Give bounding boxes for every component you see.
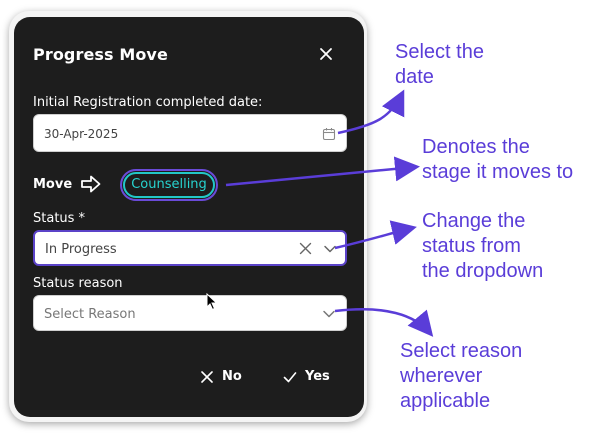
no-button[interactable]: No xyxy=(200,369,242,384)
annotation-stage: Denotes the stage it moves to xyxy=(422,136,574,183)
annotation-status: Change the status from the dropdown xyxy=(422,210,544,282)
status-value: In Progress xyxy=(45,242,117,257)
date-value: 30-Apr-2025 xyxy=(44,127,119,141)
stage-badge: Counselling xyxy=(120,169,218,201)
check-icon xyxy=(283,371,297,382)
no-label: No xyxy=(222,369,242,384)
x-icon xyxy=(201,370,213,383)
yes-button[interactable]: Yes xyxy=(283,369,330,384)
progress-move-dialog: Progress Move Initial Registration compl… xyxy=(14,17,364,417)
close-icon[interactable] xyxy=(318,46,334,62)
clear-icon[interactable] xyxy=(299,242,312,255)
status-label: Status * xyxy=(33,211,86,226)
dialog-title: Progress Move xyxy=(33,45,168,64)
move-label: Move xyxy=(33,177,73,192)
chevron-down-icon[interactable] xyxy=(323,244,337,254)
reason-placeholder: Select Reason xyxy=(44,307,136,322)
annotation-select-date: Select the date xyxy=(395,41,484,88)
annotation-reason: Select reason wherever applicable xyxy=(400,340,523,412)
reason-label: Status reason xyxy=(33,276,123,291)
yes-label: Yes xyxy=(305,369,330,384)
calendar-icon[interactable] xyxy=(322,127,336,141)
mouse-cursor-icon xyxy=(206,293,218,311)
reason-select[interactable]: Select Reason xyxy=(33,295,347,331)
chevron-down-icon[interactable] xyxy=(322,309,336,319)
arrow-right-icon xyxy=(81,175,101,193)
date-field[interactable]: 30-Apr-2025 xyxy=(33,114,347,152)
date-label: Initial Registration completed date: xyxy=(33,95,263,110)
status-select[interactable]: In Progress xyxy=(33,230,347,266)
